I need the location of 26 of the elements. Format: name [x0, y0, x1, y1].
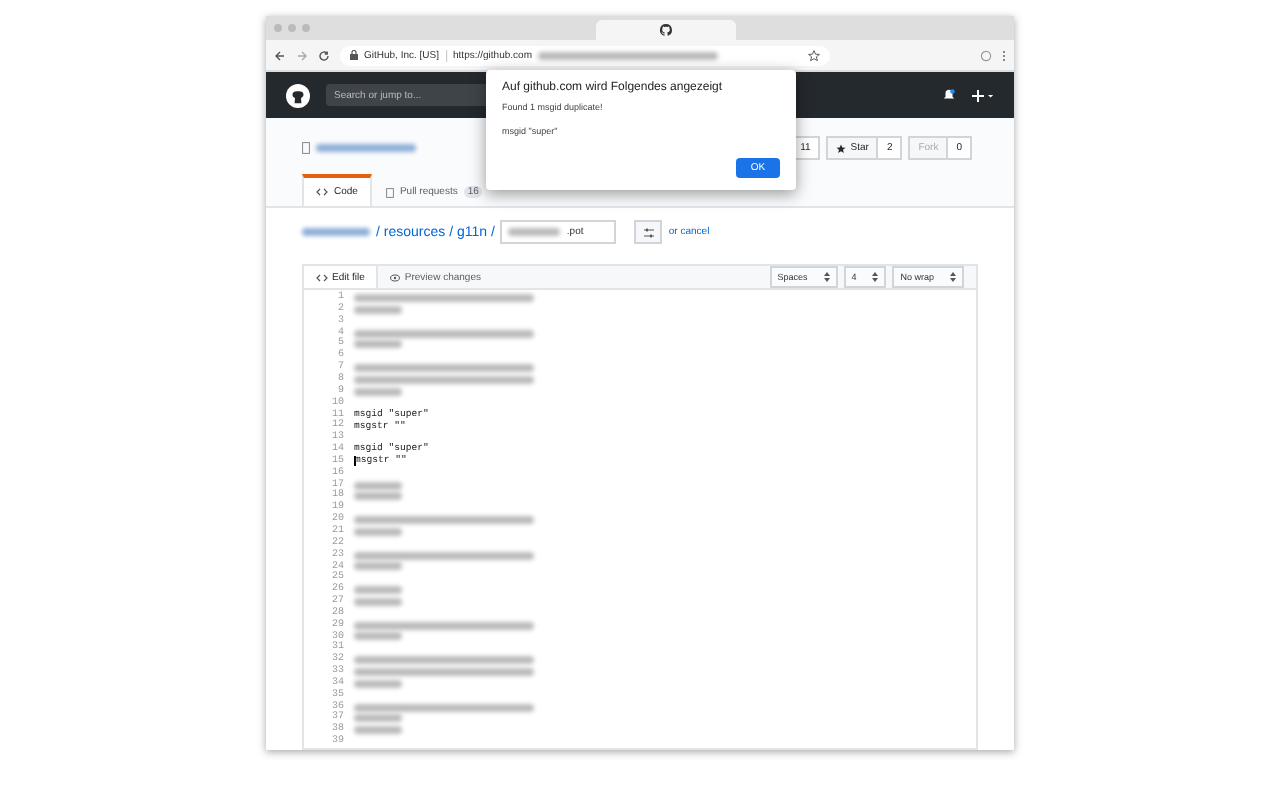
options-button[interactable] — [634, 220, 663, 244]
lock-icon — [350, 50, 358, 60]
sliders-icon — [643, 227, 654, 237]
separator-icon — [445, 49, 448, 61]
blurred-code-line — [354, 387, 402, 396]
blurred-path — [302, 228, 370, 236]
forward-arrow-icon[interactable] — [296, 49, 308, 61]
pull-request-icon — [385, 187, 394, 197]
blurred-repo-name — [316, 144, 416, 152]
extension-icon[interactable] — [980, 49, 992, 61]
code-icon — [316, 188, 328, 196]
bell-icon[interactable] — [942, 88, 956, 102]
reload-icon[interactable] — [318, 49, 330, 61]
text-cursor — [354, 456, 355, 467]
updown-arrows-icon — [950, 272, 956, 283]
plus-icon[interactable] — [972, 89, 994, 101]
code-icon — [316, 273, 328, 282]
back-arrow-icon[interactable] — [274, 49, 286, 61]
updown-arrows-icon — [872, 272, 879, 283]
updown-arrows-icon — [823, 272, 830, 283]
star-icon[interactable] — [808, 49, 820, 61]
browser-tab[interactable] — [596, 20, 736, 40]
eye-icon — [390, 273, 401, 282]
star-icon — [836, 143, 847, 153]
repo-icon — [302, 142, 310, 154]
blurred-code-line — [354, 726, 402, 735]
